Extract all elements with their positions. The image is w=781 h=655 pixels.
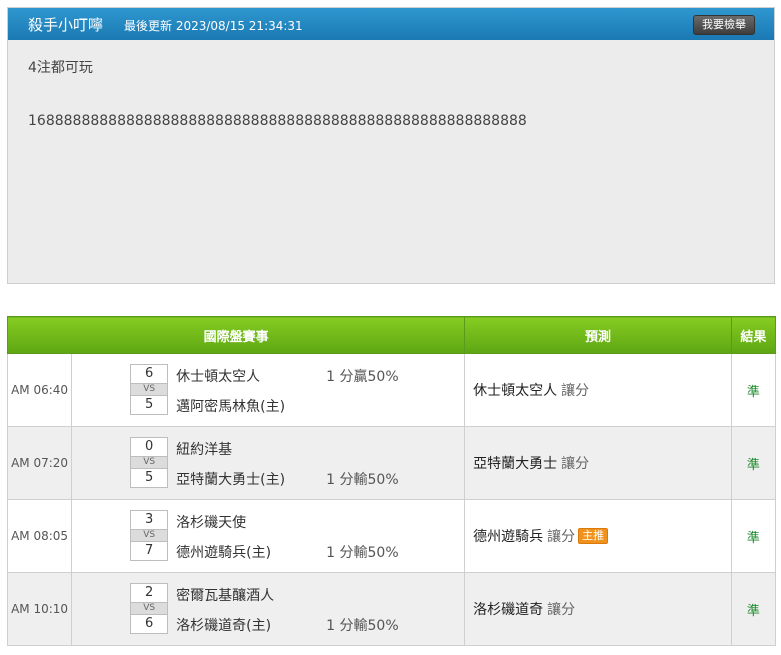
score-away: 2 [130, 583, 169, 603]
panel-title: 殺手小叮嚀 [28, 16, 104, 34]
last-updated-label: 最後更新 2023/08/15 21:34:31 [124, 19, 303, 33]
score-box: 6 VS 5 [130, 364, 169, 415]
result-cell: 準 [730, 426, 777, 500]
tip-note-line-1: 4注都可玩 [28, 60, 93, 76]
odds-home: 1 分輸50% [326, 618, 399, 634]
tip-note-line-2: 1688888888888888888888888888888888888888… [28, 113, 527, 129]
prediction-team: 德州遊騎兵 [473, 529, 544, 545]
prediction-type: 讓分 [561, 456, 590, 472]
prediction-cell: 亞特蘭大勇士 讓分 [464, 426, 732, 500]
table-row: AM 08:05 3 VS 7 洛杉磯天使 德州遊騎兵(主) 1 分輸50% 德… [6, 499, 777, 573]
prediction-team: 洛杉磯道奇 [473, 602, 544, 618]
odds-away: 1 分贏50% [326, 369, 399, 385]
team-home: 德州遊騎兵(主) [176, 545, 272, 561]
vs-label: VS [130, 603, 169, 614]
game-time: AM 06:40 [6, 353, 73, 427]
match-cell: 6 VS 5 休士頓太空人 邁阿密馬林魚(主) 1 分贏50% [71, 353, 466, 427]
score-box: 0 VS 5 [130, 437, 169, 488]
prediction-cell: 休士頓太空人 讓分 [464, 353, 732, 427]
prediction-type: 讓分 [547, 602, 576, 618]
tips-panel: 殺手小叮嚀 最後更新 2023/08/15 21:34:31 我要檢舉 4注都可… [7, 7, 775, 284]
prediction-cell: 德州遊騎兵 讓分 主推 [464, 499, 732, 573]
featured-pick-badge: 主推 [578, 528, 609, 544]
prediction-table: 國際盤賽事 預測 結果 AM 06:40 6 VS 5 休士頓太空人 邁阿密馬林… [6, 316, 777, 646]
team-away: 紐約洋基 [176, 442, 233, 458]
score-box: 3 VS 7 [130, 510, 169, 561]
score-away: 0 [130, 437, 169, 457]
result-cell: 準 [730, 499, 777, 573]
team-home: 邁阿密馬林魚(主) [176, 399, 286, 415]
score-box: 2 VS 6 [130, 583, 169, 634]
score-home: 7 [130, 541, 169, 561]
match-cell: 3 VS 7 洛杉磯天使 德州遊騎兵(主) 1 分輸50% [71, 499, 466, 573]
vs-label: VS [130, 384, 169, 395]
game-time: AM 08:05 [6, 499, 73, 573]
prediction-type: 讓分 [561, 383, 590, 399]
prediction-type: 讓分 [547, 529, 576, 545]
odds-home: 1 分輸50% [326, 545, 399, 561]
score-home: 5 [130, 468, 169, 488]
match-cell: 0 VS 5 紐約洋基 亞特蘭大勇士(主) 1 分輸50% [71, 426, 466, 500]
table-header-row: 國際盤賽事 預測 結果 [6, 316, 777, 354]
score-away: 6 [130, 364, 169, 384]
header-result: 結果 [730, 316, 777, 354]
prediction-team: 亞特蘭大勇士 [473, 456, 558, 472]
table-row: AM 07:20 0 VS 5 紐約洋基 亞特蘭大勇士(主) 1 分輸50% 亞… [6, 426, 777, 500]
prediction-cell: 洛杉磯道奇 讓分 [464, 572, 732, 646]
vs-label: VS [130, 530, 169, 541]
tips-panel-body: 4注都可玩 1688888888888888888888888888888888… [8, 40, 774, 146]
team-away: 洛杉磯天使 [176, 515, 247, 531]
team-away: 密爾瓦基釀酒人 [176, 588, 275, 604]
result-cell: 準 [730, 353, 777, 427]
header-prediction: 預測 [464, 316, 732, 354]
score-home: 5 [130, 395, 169, 415]
report-button[interactable]: 我要檢舉 [693, 15, 755, 35]
match-cell: 2 VS 6 密爾瓦基釀酒人 洛杉磯道奇(主) 1 分輸50% [71, 572, 466, 646]
game-time: AM 10:10 [6, 572, 73, 646]
vs-label: VS [130, 457, 169, 468]
odds-home: 1 分輸50% [326, 472, 399, 488]
team-home: 洛杉磯道奇(主) [176, 618, 272, 634]
table-row: AM 06:40 6 VS 5 休士頓太空人 邁阿密馬林魚(主) 1 分贏50%… [6, 353, 777, 427]
header-match: 國際盤賽事 [6, 316, 466, 354]
prediction-team: 休士頓太空人 [473, 383, 558, 399]
tips-panel-header: 殺手小叮嚀 最後更新 2023/08/15 21:34:31 我要檢舉 [8, 8, 774, 40]
score-away: 3 [130, 510, 169, 530]
result-cell: 準 [730, 572, 777, 646]
team-home: 亞特蘭大勇士(主) [176, 472, 286, 488]
score-home: 6 [130, 614, 169, 634]
game-time: AM 07:20 [6, 426, 73, 500]
table-row: AM 10:10 2 VS 6 密爾瓦基釀酒人 洛杉磯道奇(主) 1 分輸50%… [6, 572, 777, 646]
team-away: 休士頓太空人 [176, 369, 261, 385]
